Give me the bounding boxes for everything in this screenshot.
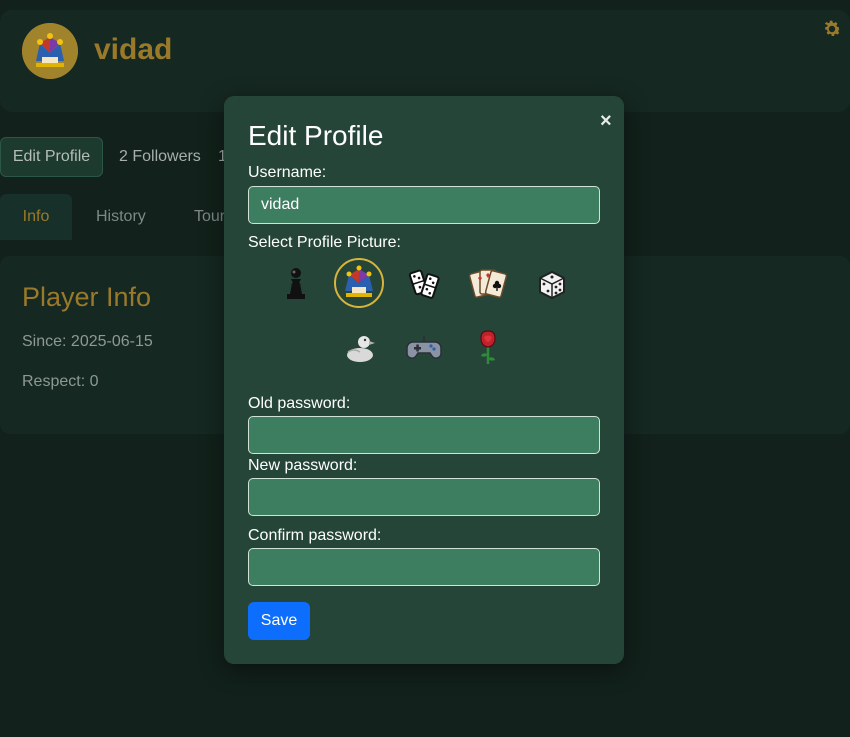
rose-icon[interactable]: [463, 323, 513, 373]
gamepad-icon[interactable]: [399, 323, 449, 373]
player-since: Since: 2025-06-15: [22, 333, 153, 350]
picture-label: Select Profile Picture:: [248, 234, 401, 251]
profile-username: vidad: [94, 33, 173, 66]
save-button[interactable]: Save: [248, 602, 310, 640]
followers-count[interactable]: 2 Followers: [119, 148, 201, 166]
player-info-title: Player Info: [22, 282, 152, 312]
username-label: Username:: [248, 164, 327, 181]
new-password-input[interactable]: [248, 478, 600, 516]
old-password-input[interactable]: [248, 416, 600, 454]
old-password-label: Old password:: [248, 395, 351, 412]
confirm-password-input[interactable]: [248, 548, 600, 586]
username-input[interactable]: [248, 186, 600, 224]
tab-history[interactable]: History: [96, 194, 146, 240]
dominoes-icon[interactable]: [399, 259, 449, 309]
jester-icon: [22, 23, 78, 79]
edit-profile-modal: Edit Profile × Username: Select Profile …: [224, 96, 624, 664]
pawn-icon[interactable]: [271, 259, 321, 309]
tab-tournaments[interactable]: Tour: [194, 194, 226, 240]
confirm-password-label: Confirm password:: [248, 527, 382, 544]
modal-title: Edit Profile: [248, 120, 384, 151]
duck-icon[interactable]: [335, 323, 385, 373]
player-respect: Respect: 0: [22, 373, 99, 390]
edit-profile-button[interactable]: Edit Profile: [0, 137, 103, 177]
jester-icon[interactable]: [334, 258, 384, 308]
avatar: [22, 23, 78, 79]
playing-cards-icon[interactable]: [463, 259, 513, 309]
tab-info[interactable]: Info: [0, 194, 72, 240]
gear-icon[interactable]: [821, 18, 843, 40]
dice-icon[interactable]: [527, 259, 577, 309]
close-button[interactable]: ×: [600, 110, 612, 133]
new-password-label: New password:: [248, 457, 358, 474]
